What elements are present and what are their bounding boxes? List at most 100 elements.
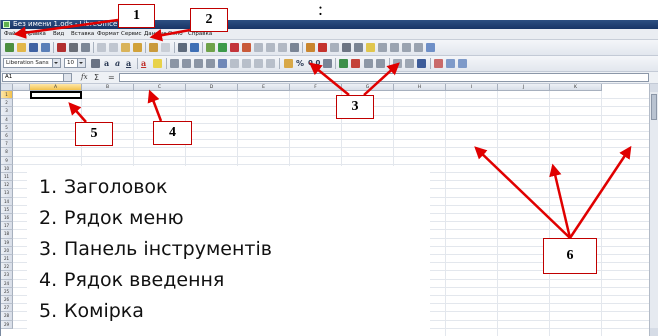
bold-icon[interactable]: a <box>104 58 109 69</box>
comment-icon[interactable] <box>366 43 375 52</box>
row-header-27[interactable]: 27 <box>1 304 13 313</box>
special-character-icon[interactable] <box>342 43 351 52</box>
menu-file[interactable]: Файл <box>4 29 19 39</box>
column-header-g[interactable]: G <box>342 84 394 91</box>
open-icon[interactable] <box>17 43 26 52</box>
row-header-4[interactable]: 4 <box>1 115 13 124</box>
row-header-18[interactable]: 18 <box>1 230 13 239</box>
font-size-box[interactable]: 10 <box>64 58 86 68</box>
justify-icon[interactable] <box>206 59 215 68</box>
paste-icon[interactable] <box>121 43 130 52</box>
add-decimal-icon[interactable] <box>339 59 348 68</box>
row-header-14[interactable]: 14 <box>1 197 13 206</box>
autofilter-icon[interactable] <box>290 43 299 52</box>
align-middle-icon[interactable] <box>254 59 263 68</box>
align-bottom-icon[interactable] <box>266 59 275 68</box>
chart-icon[interactable] <box>318 43 327 52</box>
row-header-1[interactable]: 1 <box>1 91 13 100</box>
column-header-b[interactable]: B <box>82 84 134 91</box>
chevron-down-icon[interactable] <box>77 59 85 67</box>
scroll-thumb[interactable] <box>651 94 657 120</box>
row-header-13[interactable]: 13 <box>1 189 13 198</box>
row-header-17[interactable]: 17 <box>1 222 13 231</box>
row-header-25[interactable]: 25 <box>1 287 13 296</box>
row-header-21[interactable]: 21 <box>1 255 13 264</box>
row-icon[interactable] <box>206 43 215 52</box>
column-header-i[interactable]: I <box>446 84 498 91</box>
column-icon[interactable] <box>218 43 227 52</box>
date-format-icon[interactable] <box>323 59 332 68</box>
menu-data[interactable]: Данные <box>144 29 167 39</box>
row-header-26[interactable]: 26 <box>1 296 13 305</box>
row-header-29[interactable]: 29 <box>1 320 13 329</box>
borders-icon[interactable] <box>393 59 402 68</box>
freeze-rows-columns-icon[interactable] <box>402 43 411 52</box>
column-header-e[interactable]: E <box>238 84 290 91</box>
background-color-icon[interactable] <box>153 59 162 68</box>
border-style-icon[interactable] <box>405 59 414 68</box>
merge-cells-icon[interactable] <box>254 43 263 52</box>
menu-edit[interactable]: Правка <box>25 29 46 39</box>
sum-icon[interactable]: Σ <box>94 72 99 83</box>
font-name-box[interactable]: Liberation Sans <box>3 58 61 68</box>
number-format-icon[interactable]: 0.0 <box>308 58 320 69</box>
styles-icon[interactable] <box>446 59 455 68</box>
select-all-corner[interactable] <box>1 84 13 91</box>
decrease-indent-icon[interactable] <box>376 59 385 68</box>
active-cell[interactable] <box>30 91 82 99</box>
row-header-7[interactable]: 7 <box>1 140 13 149</box>
row-header-3[interactable]: 3 <box>1 107 13 116</box>
sort-descending-icon[interactable] <box>278 43 287 52</box>
column-header-c[interactable]: C <box>134 84 186 91</box>
email-icon[interactable] <box>41 43 50 52</box>
row-header-8[interactable]: 8 <box>1 148 13 157</box>
image-icon[interactable] <box>306 43 315 52</box>
formula-input[interactable] <box>119 73 649 82</box>
sort-ascending-icon[interactable] <box>266 43 275 52</box>
font-color-icon[interactable]: a <box>141 58 146 69</box>
spelling-icon[interactable] <box>190 43 199 52</box>
define-print-area-icon[interactable] <box>390 43 399 52</box>
align-top-icon[interactable] <box>242 59 251 68</box>
conditional-format-icon[interactable] <box>434 59 443 68</box>
column-header-h[interactable]: H <box>394 84 446 91</box>
redo-icon[interactable] <box>161 43 170 52</box>
align-right-icon[interactable] <box>194 59 203 68</box>
function-icon[interactable]: = <box>108 72 115 83</box>
wrap-text-icon[interactable] <box>230 59 239 68</box>
italic-icon[interactable]: a <box>115 58 120 69</box>
chevron-down-icon[interactable] <box>52 59 60 67</box>
pivot-table-icon[interactable] <box>330 43 339 52</box>
cut-icon[interactable] <box>97 43 106 52</box>
sidebar-icon[interactable] <box>458 59 467 68</box>
save-icon[interactable] <box>29 43 38 52</box>
hyperlink-icon[interactable] <box>354 43 363 52</box>
row-header-23[interactable]: 23 <box>1 271 13 280</box>
column-header-k[interactable]: K <box>550 84 602 91</box>
scroll-down-icon[interactable] <box>650 328 658 336</box>
copy-icon[interactable] <box>109 43 118 52</box>
menu-format[interactable]: Формат <box>97 29 119 39</box>
column-header-d[interactable]: D <box>186 84 238 91</box>
find-replace-icon[interactable] <box>178 43 187 52</box>
menu-view[interactable]: Вид <box>53 29 64 39</box>
row-header-10[interactable]: 10 <box>1 164 13 173</box>
row-header-28[interactable]: 28 <box>1 312 13 321</box>
menu-insert[interactable]: Вставка <box>71 29 94 39</box>
underline-icon[interactable]: a <box>126 58 131 69</box>
row-header-9[interactable]: 9 <box>1 156 13 165</box>
chevron-down-icon[interactable] <box>63 74 71 81</box>
border-color-icon[interactable] <box>417 59 426 68</box>
scroll-up-icon[interactable] <box>650 84 658 92</box>
split-window-icon[interactable] <box>414 43 423 52</box>
insert-row-icon[interactable] <box>230 43 239 52</box>
currency-format-icon[interactable] <box>284 59 293 68</box>
row-header-2[interactable]: 2 <box>1 99 13 108</box>
function-wizard-icon[interactable]: fx <box>81 72 88 83</box>
new-document-icon[interactable] <box>5 43 14 52</box>
menu-window[interactable]: Окно <box>168 29 183 39</box>
print-icon[interactable] <box>69 43 78 52</box>
column-header-f[interactable]: F <box>290 84 342 91</box>
vertical-scrollbar[interactable] <box>649 84 658 336</box>
row-header-22[interactable]: 22 <box>1 263 13 272</box>
